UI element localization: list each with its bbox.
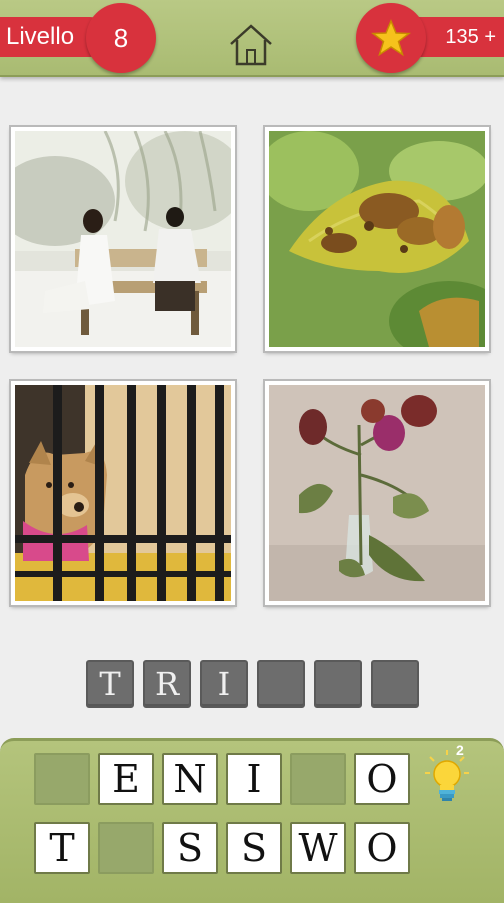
letter-row-1: E N I O bbox=[34, 753, 410, 805]
answer-slot[interactable] bbox=[371, 660, 419, 708]
letter-tile[interactable]: S bbox=[162, 822, 218, 874]
top-bar: Livello 8 135 + bbox=[0, 0, 504, 77]
wilted-roses-image bbox=[269, 385, 485, 601]
answer-slot[interactable]: R bbox=[143, 660, 191, 708]
couple-bench-image bbox=[15, 131, 231, 347]
letter-tile[interactable]: O bbox=[354, 822, 410, 874]
home-icon bbox=[230, 24, 272, 66]
home-button[interactable] bbox=[224, 20, 278, 70]
picture-couple-bench[interactable] bbox=[9, 125, 237, 353]
answer-slot[interactable] bbox=[314, 660, 362, 708]
letter-tile[interactable]: E bbox=[98, 753, 154, 805]
answer-slots: T R I bbox=[86, 660, 419, 708]
picture-dog-behind-bars[interactable] bbox=[9, 379, 237, 607]
level-number: 8 bbox=[113, 23, 129, 53]
letter-row-2: T S S W O bbox=[34, 822, 410, 874]
answer-slot[interactable]: T bbox=[86, 660, 134, 708]
letter-tile[interactable]: O bbox=[354, 753, 410, 805]
coins-badge[interactable] bbox=[356, 3, 426, 73]
decaying-leaf-image bbox=[269, 131, 485, 347]
coin-count: 135 + bbox=[445, 26, 496, 48]
picture-wilted-roses[interactable] bbox=[263, 379, 491, 607]
hint-count: 2 bbox=[456, 742, 464, 758]
letter-tile[interactable]: W bbox=[290, 822, 346, 874]
letter-tile[interactable]: T bbox=[34, 822, 90, 874]
letter-tile-empty bbox=[290, 753, 346, 805]
answer-slot[interactable]: I bbox=[200, 660, 248, 708]
letter-tile[interactable]: I bbox=[226, 753, 282, 805]
level-label: Livello bbox=[6, 23, 75, 50]
level-number-badge: 8 bbox=[86, 3, 156, 73]
letter-tile[interactable]: N bbox=[162, 753, 218, 805]
answer-slot[interactable] bbox=[257, 660, 305, 708]
letter-tile-empty bbox=[34, 753, 90, 805]
picture-decaying-leaf[interactable] bbox=[263, 125, 491, 353]
letter-tile-empty bbox=[98, 822, 154, 874]
star-icon bbox=[371, 19, 411, 57]
letter-tile[interactable]: S bbox=[226, 822, 282, 874]
dog-bars-image bbox=[15, 385, 231, 601]
